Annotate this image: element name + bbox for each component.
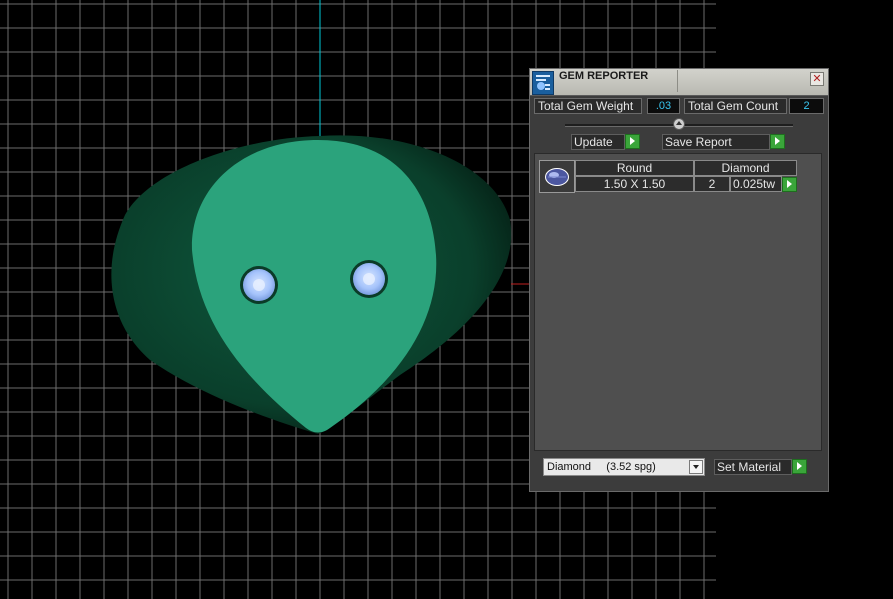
gem-reporter-app-icon — [532, 71, 554, 95]
round-gem-icon — [539, 160, 575, 193]
total-gem-count-label: Total Gem Count — [684, 98, 787, 114]
set-material-button[interactable]: Set Material — [714, 459, 792, 475]
panel-title: GEM REPORTER — [559, 70, 678, 92]
gem-row-go-icon[interactable] — [782, 177, 797, 192]
gem-stone-right[interactable] — [350, 260, 388, 298]
save-report-button-label: Save Report — [665, 135, 732, 149]
gem-shape-header: Round — [575, 160, 694, 176]
total-gem-weight-label: Total Gem Weight — [534, 98, 642, 114]
material-select[interactable]: Diamond (3.52 spg) — [543, 458, 705, 476]
gem-material-header: Diamond — [694, 160, 797, 176]
gem-count-cell: 2 — [694, 176, 730, 192]
gem-weight-cell: 0.025tw — [730, 176, 782, 192]
set-material-button-label: Set Material — [717, 460, 782, 474]
gem-stone-left[interactable] — [240, 266, 278, 304]
close-icon[interactable]: ✕ — [810, 72, 824, 86]
save-report-go-icon[interactable] — [770, 134, 785, 149]
update-button-label: Update — [574, 135, 613, 149]
set-material-go-icon[interactable] — [792, 459, 807, 474]
material-select-value: Diamond (3.52 spg) — [547, 461, 656, 473]
ring-model[interactable] — [111, 135, 512, 434]
gem-size-cell: 1.50 X 1.50 — [575, 176, 694, 192]
total-gem-weight-value: .03 — [647, 98, 680, 114]
gem-reporter-panel: GEM REPORTER ✕ Total Gem Weight .03 Tota… — [529, 68, 829, 492]
total-gem-count-value: 2 — [789, 98, 824, 114]
update-button[interactable]: Update — [571, 134, 625, 150]
chevron-down-icon[interactable] — [689, 460, 703, 474]
save-report-button[interactable]: Save Report — [662, 134, 770, 150]
update-go-icon[interactable] — [625, 134, 640, 149]
panel-titlebar[interactable]: GEM REPORTER ✕ — [530, 69, 828, 96]
gem-list — [534, 153, 822, 451]
slider-handle[interactable] — [673, 118, 685, 130]
